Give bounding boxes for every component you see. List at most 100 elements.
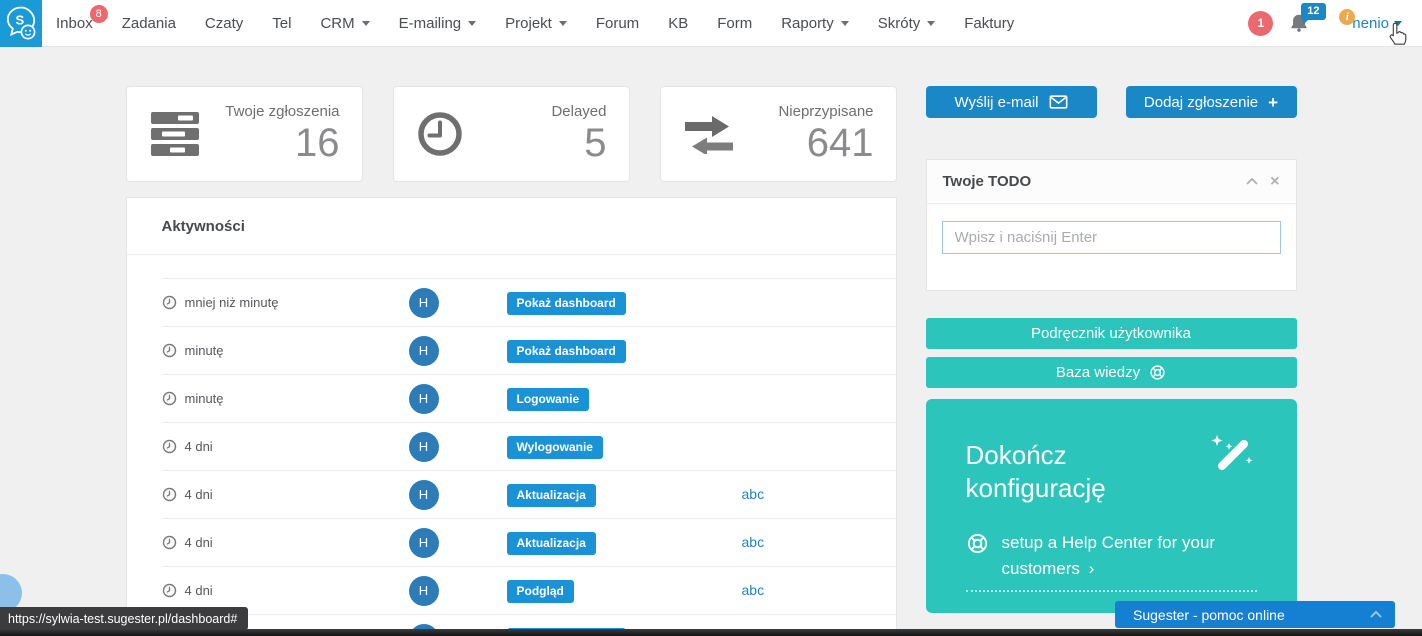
activity-time: 4 dni (162, 583, 374, 598)
activity-time: 4 dni (162, 439, 374, 454)
stat-value: 5 (584, 121, 607, 165)
stat-label: Twoje zgłoszenia (225, 103, 340, 120)
chevron-right-icon: › (1088, 558, 1095, 578)
tickets-icon (149, 112, 201, 156)
user-avatar[interactable]: H (408, 479, 439, 510)
nav-item-emailing[interactable]: E-mailing (399, 15, 477, 32)
status-bar-url: https://sylwia-test.sugester.pl/dashboar… (0, 607, 249, 630)
alert-count-badge[interactable]: 1 (1248, 10, 1274, 36)
activity-panel-title: Aktywności (126, 198, 896, 255)
activity-type-badge[interactable]: Aktualizacja (506, 531, 596, 555)
nav-item-czaty[interactable]: Czaty (205, 15, 243, 32)
life-ring-icon (1149, 364, 1166, 381)
envelope-icon (1049, 95, 1068, 109)
clock-icon (416, 110, 464, 158)
chevron-up-icon (1370, 611, 1382, 618)
user-avatar[interactable]: H (408, 575, 439, 606)
quick-actions: Wyślij e-mail Dodaj zgłoszenie + (925, 86, 1297, 118)
activity-time: 4 dni (162, 487, 374, 502)
nav-item-skroty[interactable]: Skróty (878, 15, 936, 32)
activity-time: minutę (162, 391, 374, 406)
inbox-count-badge: 8 (89, 4, 108, 23)
nav-item-inbox[interactable]: Inbox 8 (56, 4, 108, 32)
nav-item-tel[interactable]: Tel (272, 15, 291, 32)
activity-time: mniej niż minutę (162, 295, 374, 310)
activity-type-badge[interactable]: Podgląd (506, 579, 574, 603)
main-column: Twoje zgłoszenia 16 Delayed 5 Nieprzypis… (125, 86, 897, 636)
stat-card-nieprzypisane[interactable]: Nieprzypisane 641 (659, 86, 897, 182)
life-ring-icon (966, 532, 989, 555)
activity-row: minutę H Pokaż dashboard (161, 326, 896, 374)
user-avatar[interactable]: H (408, 431, 439, 462)
nav-item-faktury[interactable]: Faktury (964, 15, 1014, 32)
transfer-arrows-icon (683, 114, 735, 154)
user-manual-button[interactable]: Podręcznik użytkownika (925, 318, 1297, 349)
user-avatar[interactable]: H (408, 383, 439, 414)
activity-type-badge[interactable]: Aktualizacja (506, 483, 596, 507)
user-avatar[interactable]: H (408, 287, 439, 318)
chevron-down-icon (468, 20, 477, 26)
activity-time: minutę (162, 343, 374, 358)
clock-icon (162, 535, 177, 550)
activity-panel: Aktywności mniej niż minutę H Pokaż dash… (125, 197, 897, 636)
nav-item-kb[interactable]: KB (668, 15, 688, 32)
todo-title: Twoje TODO (942, 173, 1032, 190)
notifications-button[interactable]: 12 (1288, 3, 1326, 34)
activity-type-badge[interactable]: Pokaż dashboard (506, 339, 626, 363)
main-menu: Inbox 8 Zadania Czaty Tel CRM E-mailing P… (56, 4, 1014, 32)
todo-widget-header: Twoje TODO × (926, 160, 1296, 204)
stat-value: 641 (806, 121, 874, 165)
clock-icon (162, 487, 177, 502)
user-avatar[interactable]: H (408, 335, 439, 366)
collapse-icon[interactable] (1246, 178, 1258, 185)
dashboard-content: Twoje zgłoszenia 16 Delayed 5 Nieprzypis… (125, 47, 1297, 636)
chevron-down-icon (840, 20, 849, 26)
activity-object-link[interactable]: abc (742, 486, 765, 502)
activity-type-badge[interactable]: Pokaż dashboard (506, 291, 626, 315)
navbar-right-cluster: 1 12 i henio (1248, 3, 1402, 36)
clock-icon (162, 343, 177, 358)
nav-item-projekt[interactable]: Projekt (505, 15, 567, 32)
setup-card-title: Dokończ konfigurację (965, 440, 1106, 503)
activity-row: minutę H Logowanie (161, 374, 896, 422)
send-email-button[interactable]: Wyślij e-mail (925, 86, 1097, 118)
activity-row: 4 dni H Wylogowanie (161, 422, 896, 470)
nav-item-raporty[interactable]: Raporty (781, 15, 849, 32)
stat-card-delayed[interactable]: Delayed 5 (392, 86, 630, 182)
add-ticket-button[interactable]: Dodaj zgłoszenie + (1125, 86, 1297, 118)
activity-object-link[interactable]: abc (742, 582, 765, 598)
setup-help-center-link[interactable]: setup a Help Center for your customers › (965, 530, 1257, 592)
activity-type-badge[interactable]: Wylogowanie (506, 435, 603, 459)
right-sidebar: Wyślij e-mail Dodaj zgłoszenie + Twoje T… (925, 86, 1297, 636)
clock-icon (162, 295, 177, 310)
sugester-logo-icon (0, 0, 42, 47)
stat-label: Delayed (551, 103, 607, 120)
nav-item-crm[interactable]: CRM (320, 15, 370, 32)
nav-item-forum[interactable]: Forum (596, 15, 639, 32)
mouse-cursor-icon (1387, 22, 1409, 46)
user-avatar[interactable]: H (408, 527, 439, 558)
chevron-down-icon (558, 20, 567, 26)
stat-label: Nieprzypisane (778, 103, 874, 120)
clock-icon (162, 439, 177, 454)
knowledge-base-button[interactable]: Baza wiedzy (925, 357, 1297, 388)
activity-type-badge[interactable]: Logowanie (506, 387, 590, 411)
activity-row: mniej niż minutę H Pokaż dashboard (161, 278, 896, 326)
activity-list: mniej niż minutę H Pokaż dashboard minut… (127, 278, 896, 636)
app-logo[interactable] (0, 0, 42, 47)
window-bottom-edge (0, 629, 1422, 636)
setup-card: Dokończ konfigurację setup a Help Center… (925, 399, 1297, 613)
clock-icon (162, 583, 177, 598)
top-navbar: Inbox 8 Zadania Czaty Tel CRM E-mailing P… (0, 0, 1422, 47)
plus-icon: + (1268, 92, 1279, 112)
activity-object-link[interactable]: abc (742, 534, 765, 550)
nav-item-form[interactable]: Form (717, 15, 752, 32)
stat-card-twoje-zgloszenia[interactable]: Twoje zgłoszenia 16 (125, 86, 363, 182)
activity-row: 4 dni H Podgląd abc (161, 566, 896, 614)
close-icon[interactable]: × (1270, 173, 1279, 190)
activity-row: 4 dni H Aktualizacja abc (161, 518, 896, 566)
chevron-down-icon (927, 20, 936, 26)
nav-item-zadania[interactable]: Zadania (122, 15, 176, 32)
support-chat-widget[interactable]: Sugester - pomoc online (1115, 601, 1395, 628)
todo-input[interactable] (941, 221, 1281, 254)
